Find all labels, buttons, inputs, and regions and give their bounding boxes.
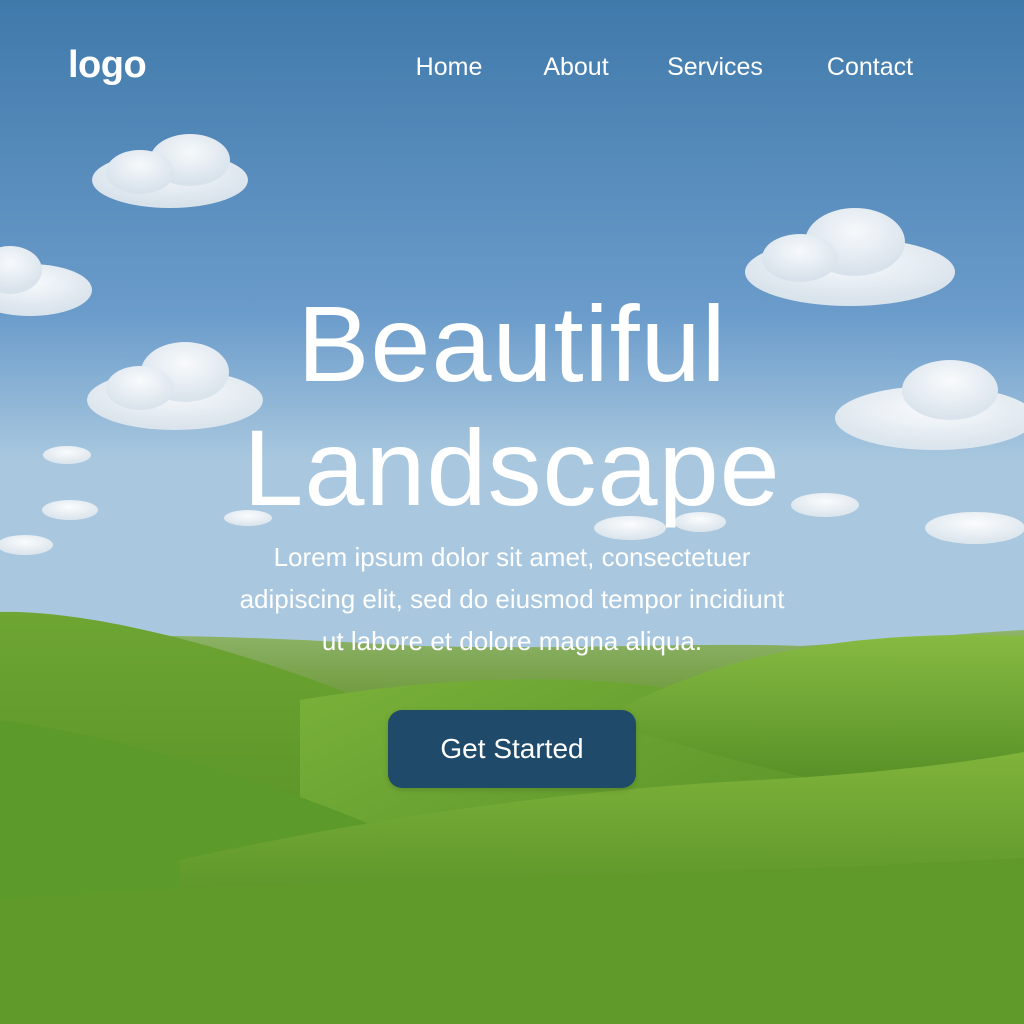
- main-nav: Home About Services Contact: [0, 55, 1024, 85]
- hero-title: Beautiful Landscape: [0, 282, 1024, 530]
- hero-title-line: Landscape: [243, 407, 781, 528]
- nav-about-link[interactable]: About: [543, 55, 608, 80]
- nav-contact-link[interactable]: Contact: [827, 55, 913, 80]
- landing-page: logo Home About Services Contact Beautif…: [0, 0, 1024, 1024]
- nav-home-link[interactable]: Home: [416, 55, 483, 80]
- get-started-button[interactable]: Get Started: [388, 710, 636, 788]
- hero-description-line: adipiscing elit, sed do eiusmod tempor i…: [239, 584, 785, 614]
- hero-description: Lorem ipsum dolor sit amet, consectetuer…: [190, 536, 834, 662]
- hero-description-line: ut labore et dolore magna aliqua.: [321, 626, 703, 656]
- hero-title-line: Beautiful: [297, 283, 727, 404]
- hero-description-line: Lorem ipsum dolor sit amet, consectetuer: [273, 542, 751, 572]
- nav-services-link[interactable]: Services: [667, 55, 763, 80]
